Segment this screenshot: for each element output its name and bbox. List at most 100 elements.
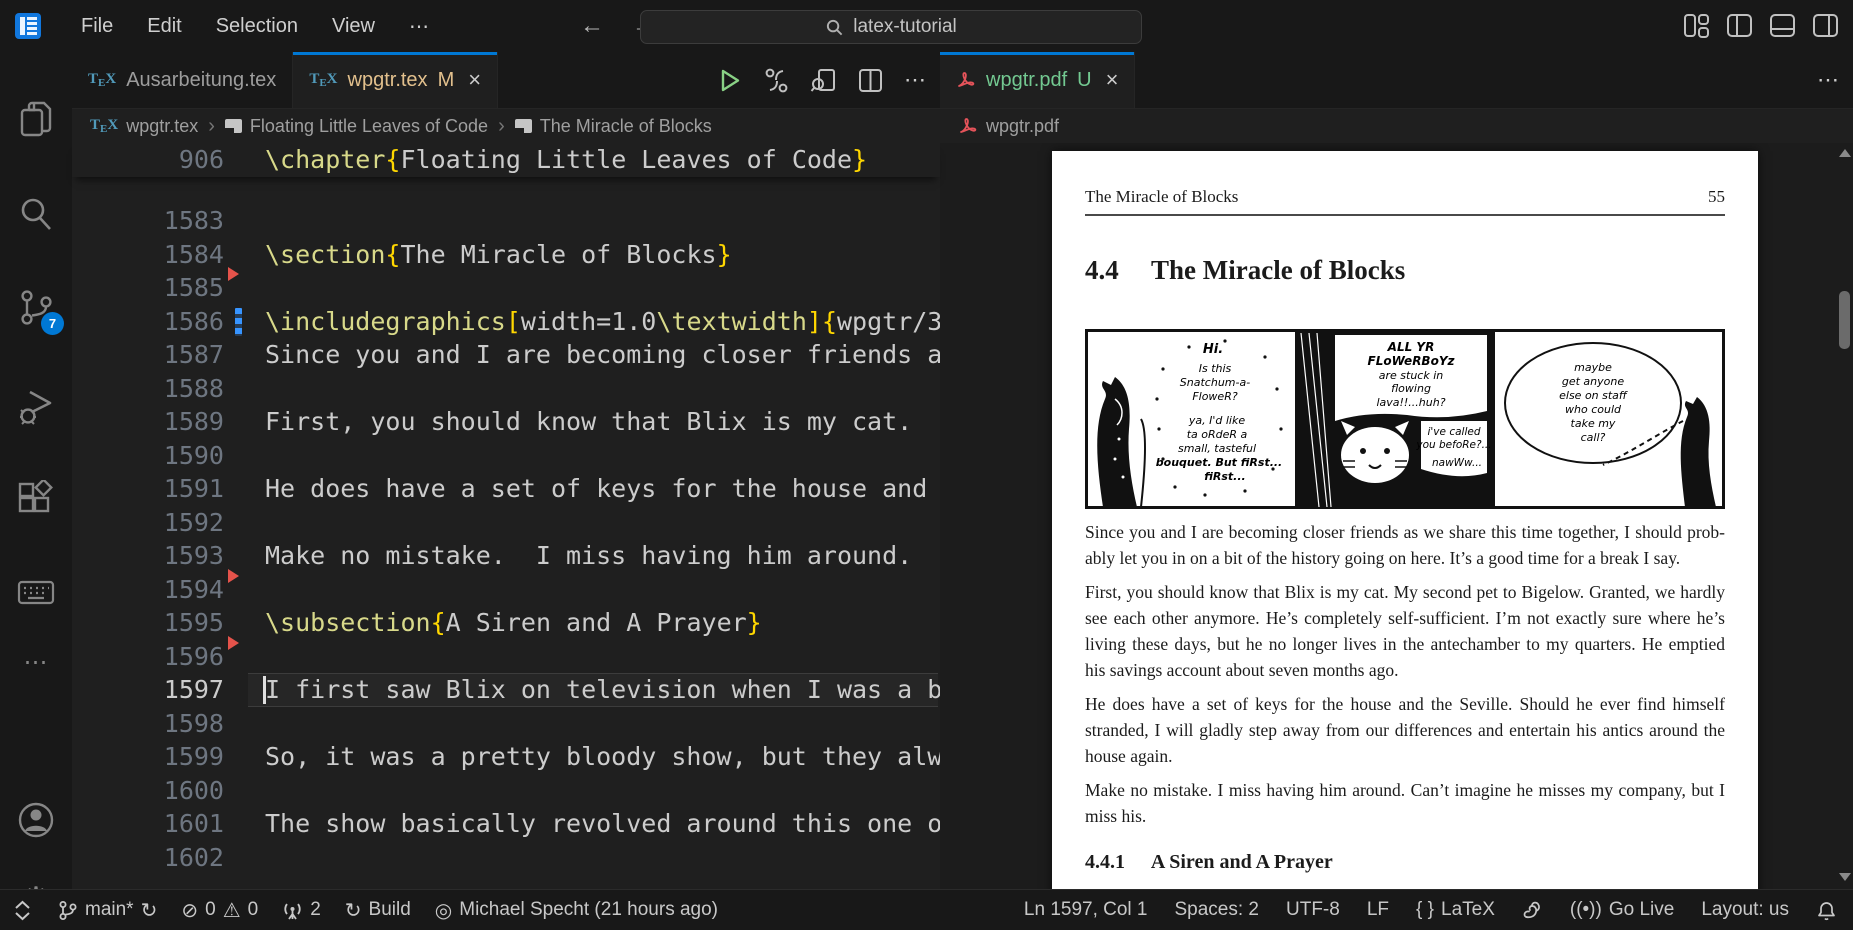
git-branch-item[interactable]: main* ↻ [57,898,157,923]
vscode-logo-icon[interactable] [14,12,42,40]
synctex-compare-icon[interactable] [763,67,790,94]
squirrel-item[interactable] [1522,900,1543,921]
problems-item[interactable]: ⊘ 0 ⚠ 0 [181,898,258,923]
ports-item[interactable]: 2 [282,899,321,921]
code-line[interactable]: 1598 [72,707,940,741]
source-control-icon[interactable]: 7 [16,288,56,328]
menu-view[interactable]: View [315,15,392,38]
comic-text: flowing [1391,382,1431,395]
breadcrumb-source[interactable]: TEX wpgtr.tex › Floating Little Leaves o… [72,109,940,143]
branch-name: main* [85,899,134,921]
editor-more-actions-icon[interactable]: ⋯ [904,67,928,93]
scroll-up-icon[interactable] [1839,149,1851,157]
tab-label: wpgtr.pdf [986,69,1067,92]
encoding-item[interactable]: UTF-8 [1286,899,1340,921]
code-line[interactable]: 1592 [72,506,940,540]
scroll-down-icon[interactable] [1839,873,1851,881]
sticky-scroll-line[interactable]: 906 \chapter{Floating Little Leaves of C… [72,143,940,177]
menu-more-icon[interactable]: ⋯ [392,14,446,39]
build-run-icon[interactable] [716,67,743,94]
search-sidebar-icon[interactable] [16,194,56,234]
language-mode-item[interactable]: { } LaTeX [1416,899,1495,921]
pdf-text-line: house again. [1085,743,1725,769]
tab-wpgtr-tex[interactable]: TEX wpgtr.tex M × [293,52,498,108]
line-number: 1586 [72,305,224,339]
code-line[interactable]: 1587Since you and I are becoming closer … [72,338,940,372]
code-line[interactable]: 1588 [72,372,940,406]
indentation-item[interactable]: Spaces: 2 [1175,899,1260,921]
comic-text: maybe [1574,361,1612,374]
build-sync-icon: ↻ [345,898,362,923]
code-text: The show basically revolved around this … [265,807,940,841]
pdf-section-title: The Miracle of Blocks [1151,255,1405,285]
nav-back-icon[interactable]: ← [566,12,618,40]
toggle-panel-icon[interactable] [1769,12,1796,39]
remote-indicator[interactable] [12,900,33,921]
command-center-search[interactable]: latex-tutorial [640,10,1142,44]
split-editor-icon[interactable] [857,67,884,94]
comic-text: FloweR? [1192,390,1238,403]
code-line[interactable]: 1594 [72,573,940,607]
line-number: 1595 [72,606,224,640]
keyboard-icon[interactable] [16,572,56,612]
code-line[interactable]: 1596 [72,640,940,674]
code-line[interactable]: 1597I first saw Blix on television when … [72,673,940,707]
breadcrumb-pdf[interactable]: wpgtr.pdf [940,109,1853,143]
line-number: 1597 [72,673,224,707]
code-token: \includegraphics [265,307,506,336]
pdf-page-number: 55 [1708,187,1725,207]
run-debug-icon[interactable] [16,386,56,426]
code-line[interactable]: 1591He does have a set of keys for the h… [72,472,940,506]
toggle-secondary-sidebar-icon[interactable] [1812,12,1839,39]
code-line[interactable]: 1583 [72,204,940,238]
customize-layout-icon[interactable] [1683,12,1710,39]
code-line[interactable]: 1593Make no mistake. I miss having him a… [72,539,940,573]
code-line[interactable]: 1601The show basically revolved around t… [72,807,940,841]
tab-wpgtr-pdf[interactable]: wpgtr.pdf U × [940,52,1135,108]
code-text: Make no mistake. I miss having him aroun… [265,539,940,573]
tab-ausarbeitung-tex[interactable]: TEX Ausarbeitung.tex [72,52,293,108]
close-tab-icon[interactable]: × [468,67,481,93]
notifications-item[interactable] [1816,900,1837,921]
scrollbar-thumb[interactable] [1839,291,1850,349]
close-tab-icon[interactable]: × [1106,67,1119,93]
comic-text: who could [1565,403,1622,416]
toggle-primary-sidebar-icon[interactable] [1726,12,1753,39]
code-line[interactable]: 1585 [72,271,940,305]
breadcrumb-file[interactable]: wpgtr.tex [126,116,198,137]
code-line[interactable]: 1600 [72,774,940,808]
code-line[interactable]: 1599So, it was a pretty bloody show, but… [72,740,940,774]
extensions-icon[interactable] [16,480,56,520]
eol-item[interactable]: LF [1367,899,1389,921]
view-pdf-icon[interactable] [810,67,837,94]
accounts-icon[interactable] [16,800,56,840]
breadcrumb-pdf-file[interactable]: wpgtr.pdf [986,116,1059,137]
pdf-viewer[interactable]: The Miracle of Blocks 55 4.4 The Miracle… [940,143,1853,889]
pdf-subsection-title: A Siren and A Prayer [1151,851,1333,873]
code-line[interactable]: 1584\section{The Miracle of Blocks} [72,238,940,272]
breadcrumb-section[interactable]: The Miracle of Blocks [540,116,712,137]
explorer-icon[interactable] [16,100,56,140]
pdf-paragraph: Since you and I are becoming closer frie… [1085,519,1725,571]
menu-selection[interactable]: Selection [199,15,315,38]
keyboard-layout-item[interactable]: Layout: us [1701,899,1789,921]
menu-edit[interactable]: Edit [130,15,198,38]
editor-more-actions-icon[interactable]: ⋯ [1817,67,1841,93]
gitlens-blame-item[interactable]: ◎ Michael Specht (21 hours ago) [435,898,718,923]
code-line[interactable]: 1595\subsection{A Siren and A Prayer} [72,606,940,640]
line-number: 1594 [72,573,224,607]
code-line[interactable]: 1589First, you should know that Blix is … [72,405,940,439]
pdf-section-heading: 4.4 The Miracle of Blocks [1085,255,1725,286]
breadcrumb-chapter[interactable]: Floating Little Leaves of Code [250,116,488,137]
activity-more-icon[interactable]: ⋯ [16,648,56,688]
menu-file[interactable]: File [64,15,130,38]
code-editor[interactable]: 15831584\section{The Miracle of Blocks}1… [72,177,940,889]
code-line[interactable]: 1602 [72,841,940,875]
go-live-item[interactable]: ((•)) Go Live [1570,899,1674,921]
cursor-position-item[interactable]: Ln 1597, Col 1 [1024,899,1148,921]
comic-text: bouquet. But fiRst... [1156,456,1282,469]
code-line[interactable]: 1586\includegraphics[width=1.0\textwidth… [72,305,940,339]
pdf-scrollbar[interactable] [1836,143,1853,889]
code-line[interactable]: 1590 [72,439,940,473]
latex-build-item[interactable]: ↻ Build [345,898,411,923]
